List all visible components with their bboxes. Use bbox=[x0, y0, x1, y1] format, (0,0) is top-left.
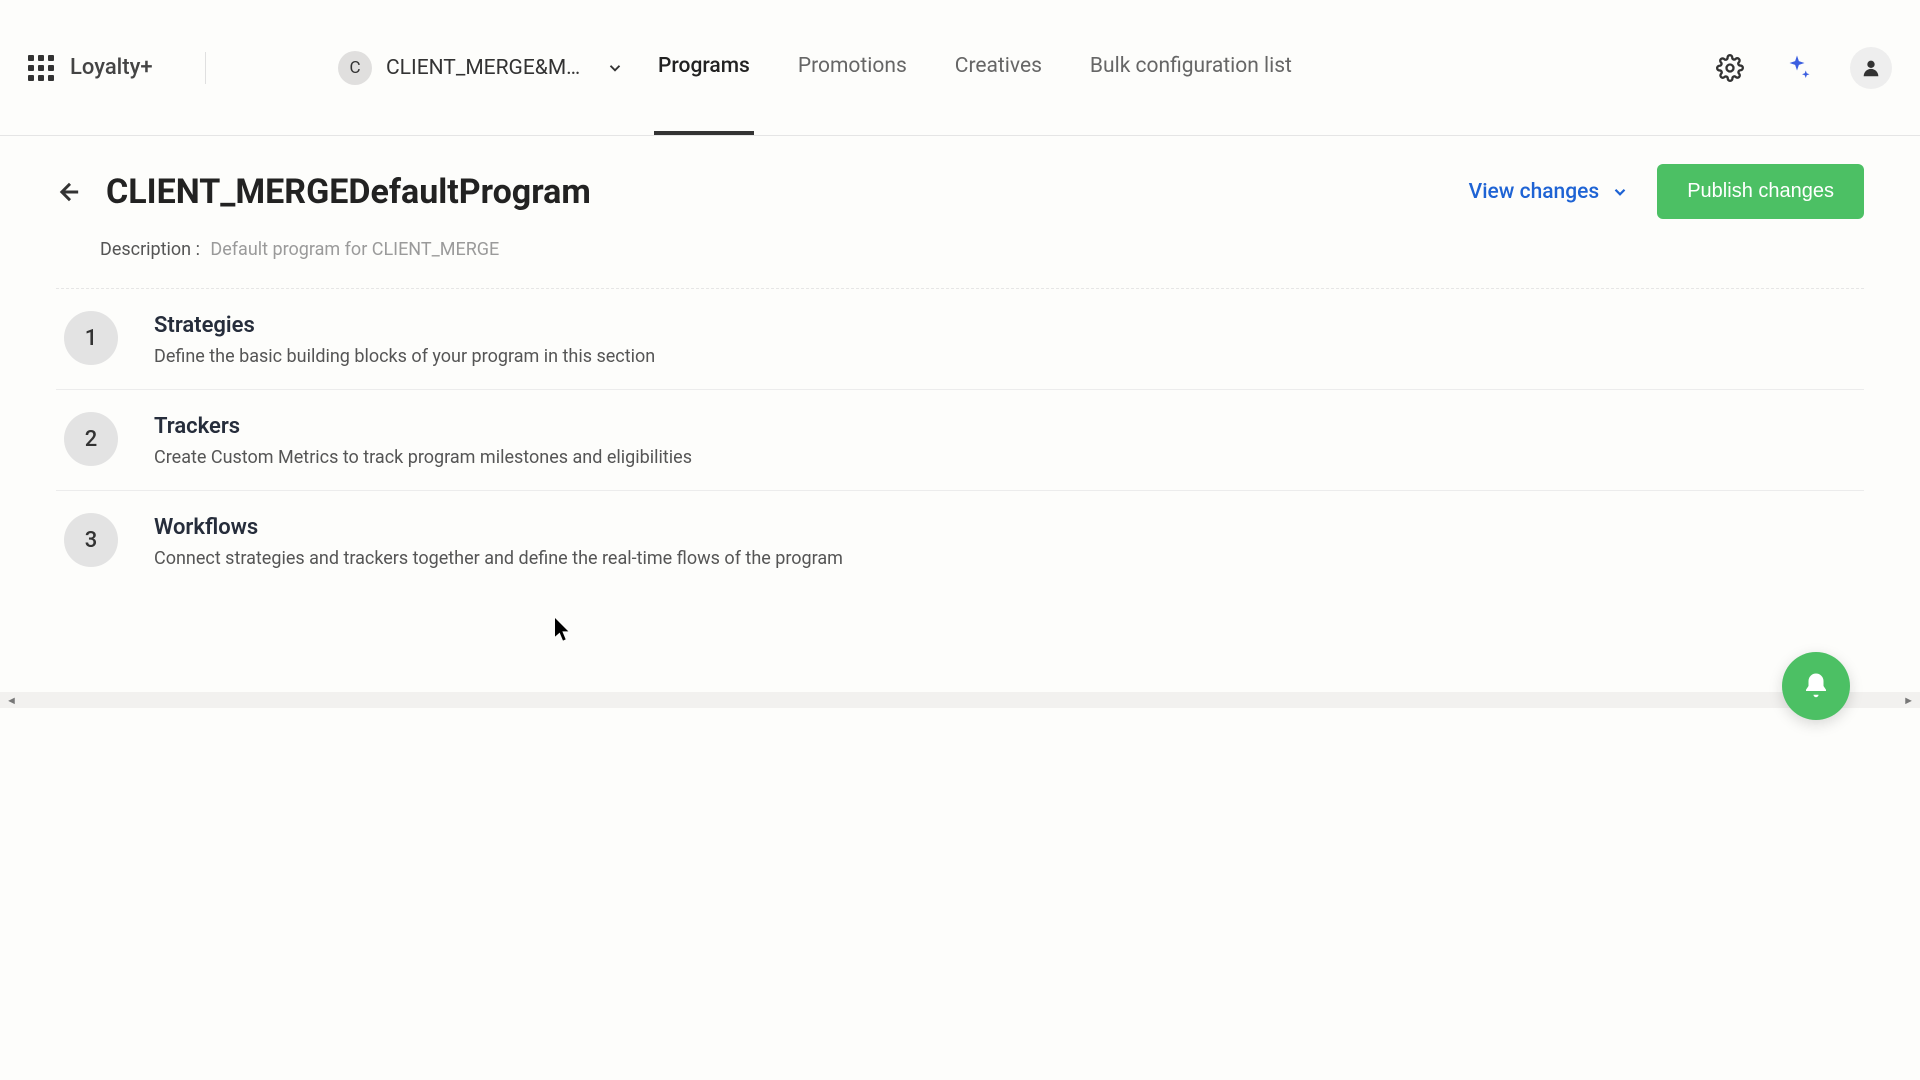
sparkle-icon[interactable] bbox=[1782, 53, 1812, 83]
description-text: Default program for CLIENT_MERGE bbox=[210, 239, 499, 260]
description-row: Description : Default program for CLIENT… bbox=[100, 239, 1864, 260]
gear-icon[interactable] bbox=[1716, 54, 1744, 82]
client-name: CLIENT_MERGE&MER… bbox=[386, 56, 586, 80]
step-strategies[interactable]: 1 Strategies Define the basic building b… bbox=[56, 289, 1864, 390]
step-number: 2 bbox=[64, 412, 118, 466]
chevron-down-icon bbox=[606, 59, 624, 77]
step-trackers[interactable]: 2 Trackers Create Custom Metrics to trac… bbox=[56, 390, 1864, 491]
page-header: CLIENT_MERGEDefaultProgram View changes … bbox=[56, 164, 1864, 219]
app-header: Loyalty+ C CLIENT_MERGE&MER… Programs Pr… bbox=[0, 0, 1920, 136]
user-avatar-button[interactable] bbox=[1850, 47, 1892, 89]
header-left: Loyalty+ bbox=[28, 52, 308, 84]
steps-list: 1 Strategies Define the basic building b… bbox=[56, 288, 1864, 591]
chevron-down-icon bbox=[1611, 183, 1629, 201]
apps-grid-icon[interactable] bbox=[28, 55, 54, 81]
step-description: Create Custom Metrics to track program m… bbox=[154, 447, 692, 468]
tab-bulk-config[interactable]: Bulk configuration list bbox=[1086, 0, 1296, 135]
step-body: Strategies Define the basic building blo… bbox=[154, 311, 655, 367]
scroll-right-icon[interactable]: ► bbox=[1897, 694, 1920, 707]
tab-creatives[interactable]: Creatives bbox=[951, 0, 1046, 135]
step-title: Workflows bbox=[154, 515, 843, 540]
tab-promotions[interactable]: Promotions bbox=[794, 0, 911, 135]
step-number: 3 bbox=[64, 513, 118, 567]
page-actions: View changes Publish changes bbox=[1469, 164, 1864, 219]
nav-tabs: Programs Promotions Creatives Bulk confi… bbox=[654, 0, 1296, 135]
view-changes-button[interactable]: View changes bbox=[1469, 180, 1630, 204]
app-logo-text: Loyalty+ bbox=[70, 55, 153, 80]
step-description: Connect strategies and trackers together… bbox=[154, 548, 843, 569]
step-workflows[interactable]: 3 Workflows Connect strategies and track… bbox=[56, 491, 1864, 591]
tab-programs[interactable]: Programs bbox=[654, 0, 754, 135]
description-label: Description : bbox=[100, 239, 200, 260]
view-changes-label: View changes bbox=[1469, 180, 1600, 204]
notifications-fab[interactable] bbox=[1782, 652, 1850, 720]
page-title: CLIENT_MERGEDefaultProgram bbox=[106, 172, 591, 212]
step-body: Trackers Create Custom Metrics to track … bbox=[154, 412, 692, 468]
header-right bbox=[1716, 47, 1892, 89]
publish-button[interactable]: Publish changes bbox=[1657, 164, 1864, 219]
step-description: Define the basic building blocks of your… bbox=[154, 346, 655, 367]
scroll-left-icon[interactable]: ◄ bbox=[0, 694, 23, 707]
back-arrow-icon[interactable] bbox=[56, 178, 84, 206]
client-badge: C bbox=[338, 51, 372, 85]
horizontal-scrollbar[interactable]: ◄ ► bbox=[0, 692, 1920, 708]
step-title: Strategies bbox=[154, 313, 655, 338]
header-divider bbox=[205, 52, 206, 84]
step-body: Workflows Connect strategies and tracker… bbox=[154, 513, 843, 569]
client-selector[interactable]: C CLIENT_MERGE&MER… bbox=[338, 51, 624, 85]
page-content: CLIENT_MERGEDefaultProgram View changes … bbox=[0, 136, 1920, 591]
bell-icon bbox=[1801, 671, 1831, 701]
cursor-icon bbox=[554, 618, 572, 642]
step-title: Trackers bbox=[154, 414, 692, 439]
step-number: 1 bbox=[64, 311, 118, 365]
